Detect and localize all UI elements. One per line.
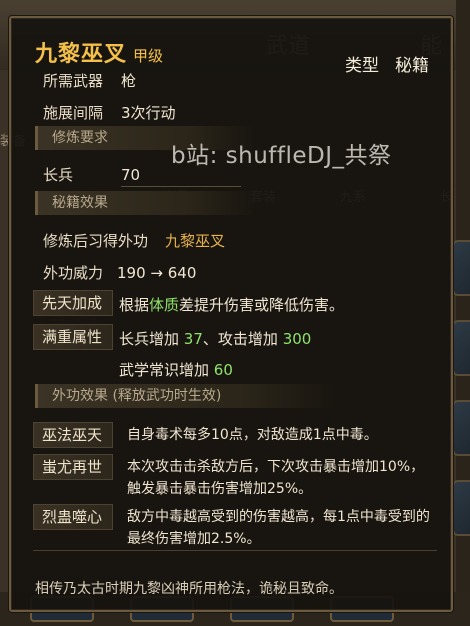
effects-header: 秘籍效果	[35, 191, 255, 215]
skill-grade: 甲级	[133, 47, 164, 65]
external-desc-3: 敌方中毒越高受到的伤害越高，每1点中毒受到的最终伤害增加2.5%。	[127, 509, 430, 547]
skill-name: 九黎巫叉	[35, 42, 128, 67]
learn-value: 九黎巫叉	[165, 232, 226, 250]
cast-interval-label: 施展间隔	[43, 104, 104, 122]
footer-divider	[33, 550, 437, 565]
power-label: 外功威力	[43, 264, 104, 282]
external-desc-2: 本次攻击击杀敌方后，下次攻击暴击增加10%，触发暴击暴击伤害增加25%。	[127, 459, 425, 497]
watermark: b站: shuffleDJ_共祭	[171, 143, 392, 169]
cast-interval-value: 3次行动	[121, 104, 176, 122]
innate-highlight: 体质	[149, 296, 180, 314]
divider	[121, 186, 241, 187]
learn-label: 修炼后习得外功	[43, 232, 149, 250]
full-line2-a: 武学常识增加	[119, 361, 210, 379]
full-line2-a-val: 60	[213, 361, 233, 379]
req-stat-value: 70	[121, 166, 141, 184]
bg-item-slot[interactable]	[452, 480, 470, 536]
external-label-3: 烈蛊噬心	[33, 504, 113, 530]
full-line1-a: 长兵增加	[119, 330, 180, 348]
external-header: 外功效果 (释放武功时生效)	[35, 384, 335, 408]
innate-suffix: 差提升伤害或降低伤害。	[179, 296, 345, 314]
title-row: 九黎巫叉 甲级	[35, 36, 163, 72]
type-label: 类型	[345, 56, 379, 76]
full-line1-b: 、攻击增加	[202, 330, 278, 348]
full-line1-a-val: 37	[183, 330, 203, 348]
innate-label: 先天加成	[33, 290, 113, 316]
bg-item-slot[interactable]	[452, 400, 470, 456]
power-value: 190 → 640	[117, 264, 197, 282]
req-stat-label: 长兵	[43, 166, 74, 184]
full-line-1: 长兵增加 37、攻击增加 300	[119, 328, 311, 349]
required-weapon-value: 枪	[121, 72, 137, 90]
bg-item-slot[interactable]	[452, 320, 470, 376]
innate-text: 根据体质差提升伤害或降低伤害。	[119, 294, 344, 315]
required-weapon-label: 所需武器	[43, 72, 104, 90]
bg-item-slot[interactable]	[452, 240, 470, 296]
flavor-text: 相传乃太古时期九黎凶神所用枪法，诡秘且致命。	[35, 581, 343, 597]
book-label: 秘籍	[395, 56, 429, 76]
external-label-2: 蚩尤再世	[33, 454, 113, 480]
external-label-1: 巫法巫天	[33, 422, 113, 448]
innate-prefix: 根据	[119, 296, 150, 314]
skill-tooltip-panel: 九黎巫叉 甲级 类型 秘籍 所需武器 枪 施展间隔 3次行动 修炼要求 b站: …	[9, 16, 453, 612]
full-label: 满重属性	[33, 324, 113, 350]
full-line-2: 武学常识增加 60	[119, 359, 233, 380]
external-desc-1: 自身毒术每多10点，对敌造成1点中毒。	[127, 427, 378, 443]
full-line1-b-val: 300	[282, 330, 312, 348]
